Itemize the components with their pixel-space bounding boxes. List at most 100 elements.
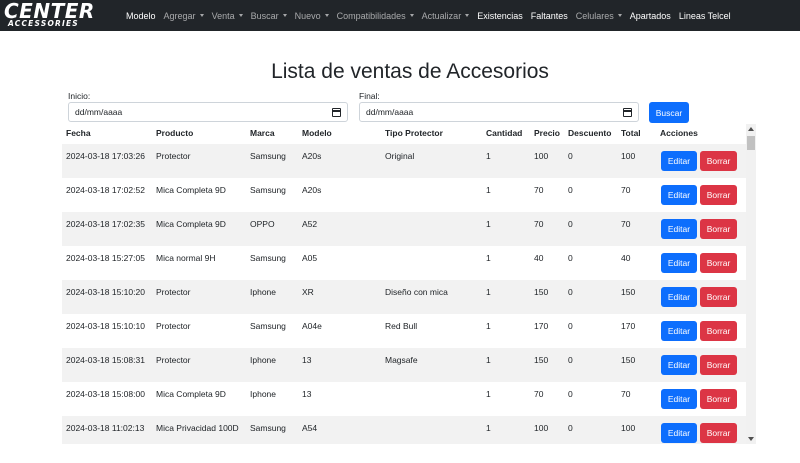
caret-down-icon	[199, 14, 204, 17]
cell-producto: Protector	[156, 151, 191, 161]
scroll-up-arrow-icon[interactable]	[748, 127, 754, 131]
cell-modelo: A54	[302, 423, 318, 433]
table-row: 2024-03-18 15:08:31 Protector Iphone 13 Mags…	[62, 348, 746, 382]
cell-producto: Mica Completa 9D	[156, 185, 226, 195]
start-date-label: Inicio:	[68, 91, 91, 101]
nav-item-label: Venta	[211, 10, 235, 21]
delete-button[interactable]: Borrar	[700, 287, 737, 307]
nav-item-actualizar[interactable]: Actualizar	[422, 11, 470, 21]
cell-modelo: A04e	[302, 321, 322, 331]
sales-table: Fecha Producto Marca Modelo Tipo Protect…	[62, 124, 746, 444]
caret-down-icon	[617, 14, 622, 17]
header-producto: Producto	[156, 128, 194, 138]
cell-tipo: Original	[385, 151, 415, 161]
delete-button[interactable]: Borrar	[700, 389, 737, 409]
nav-item-compatibilidades[interactable]: Compatibilidades	[337, 11, 414, 21]
edit-button[interactable]: Editar	[661, 423, 697, 443]
cell-tipo: Red Bull	[385, 321, 418, 331]
cell-precio: 70	[534, 389, 544, 399]
cell-descuento: 0	[568, 355, 573, 365]
header-total: Total	[621, 128, 641, 138]
calendar-icon[interactable]	[623, 108, 632, 117]
cell-cantidad: 1	[486, 219, 491, 229]
table-header: Fecha Producto Marca Modelo Tipo Protect…	[62, 124, 746, 144]
delete-button[interactable]: Borrar	[700, 355, 737, 375]
cell-fecha: 2024-03-18 15:10:20	[66, 287, 145, 297]
cell-total: 70	[621, 219, 631, 229]
nav-item-faltantes[interactable]: Faltantes	[531, 11, 568, 21]
cell-tipo: Diseño con mica	[385, 287, 448, 297]
caret-down-icon	[409, 14, 414, 17]
cell-descuento: 0	[568, 423, 573, 433]
nav-item-label: Modelo	[126, 10, 156, 21]
nav-item-label: Apartados	[629, 10, 671, 21]
edit-button[interactable]: Editar	[661, 389, 697, 409]
cell-descuento: 0	[568, 287, 573, 297]
cell-total: 150	[621, 287, 636, 297]
delete-button[interactable]: Borrar	[700, 253, 737, 273]
nav-item-label: Nuevo	[294, 10, 321, 21]
delete-button[interactable]: Borrar	[700, 219, 737, 239]
nav-item-agregar[interactable]: Agregar	[164, 11, 204, 21]
nav-item-nuevo[interactable]: Nuevo	[295, 11, 329, 21]
cell-marca: Iphone	[250, 389, 276, 399]
nav-item-venta[interactable]: Venta	[212, 11, 243, 21]
cell-precio: 150	[534, 287, 549, 297]
nav-item-celulares[interactable]: Celulares	[576, 11, 622, 21]
cell-cantidad: 1	[486, 253, 491, 263]
header-fecha: Fecha	[66, 128, 91, 138]
cell-marca: Iphone	[250, 287, 276, 297]
cell-fecha: 2024-03-18 11:02:13	[66, 423, 145, 433]
cell-producto: Mica Completa 9D	[156, 219, 226, 229]
delete-button[interactable]: Borrar	[700, 321, 737, 341]
cell-producto: Mica Privacidad 100D	[156, 423, 239, 433]
edit-button[interactable]: Editar	[661, 253, 697, 273]
cell-descuento: 0	[568, 185, 573, 195]
edit-button[interactable]: Editar	[661, 355, 697, 375]
cell-marca: Samsung	[250, 151, 286, 161]
nav-item-apartados[interactable]: Apartados	[630, 11, 671, 21]
cell-precio: 70	[534, 219, 544, 229]
cell-tipo: Magsafe	[385, 355, 418, 365]
cell-total: 100	[621, 151, 636, 161]
cell-cantidad: 1	[486, 389, 491, 399]
table-row: 2024-03-18 15:08:00 Mica Completa 9D Iphon…	[62, 382, 746, 416]
cell-precio: 170	[534, 321, 549, 331]
cell-modelo: A05	[302, 253, 318, 263]
delete-button[interactable]: Borrar	[700, 151, 737, 171]
nav-item-lineas-telcel[interactable]: Lineas Telcel	[679, 11, 731, 21]
header-acciones: Acciones	[660, 128, 698, 138]
cell-producto: Protector	[156, 355, 191, 365]
nav-item-modelo[interactable]: Modelo	[126, 11, 156, 21]
edit-button[interactable]: Editar	[661, 287, 697, 307]
header-modelo: Modelo	[302, 128, 332, 138]
header-precio: Precio	[534, 128, 560, 138]
cell-fecha: 2024-03-18 15:08:31	[66, 355, 145, 365]
cell-fecha: 2024-03-18 17:02:52	[66, 185, 145, 195]
end-date-input[interactable]: dd/mm/aaaa	[359, 102, 639, 122]
edit-button[interactable]: Editar	[661, 219, 697, 239]
delete-button[interactable]: Borrar	[700, 423, 737, 443]
scroll-down-arrow-icon[interactable]	[748, 437, 754, 441]
edit-button[interactable]: Editar	[661, 185, 697, 205]
cell-cantidad: 1	[486, 151, 491, 161]
nav-item-label: Actualizar	[421, 10, 462, 21]
cell-total: 70	[621, 389, 631, 399]
cell-descuento: 0	[568, 253, 573, 263]
nav-item-existencias[interactable]: Existencias	[477, 11, 523, 21]
brand-logo[interactable]: CENTER ACCESSORIES	[2, 0, 114, 31]
search-button[interactable]: Buscar	[649, 102, 689, 123]
header-cantidad: Cantidad	[486, 128, 523, 138]
cell-fecha: 2024-03-18 15:08:00	[66, 389, 145, 399]
nav-item-buscar[interactable]: Buscar	[251, 11, 287, 21]
edit-button[interactable]: Editar	[661, 321, 697, 341]
scroll-thumb[interactable]	[747, 136, 755, 150]
delete-button[interactable]: Borrar	[700, 185, 737, 205]
start-date-input[interactable]: dd/mm/aaaa	[68, 102, 348, 122]
calendar-icon[interactable]	[332, 108, 341, 117]
table-scrollbar[interactable]	[746, 124, 756, 444]
nav-item-label: Agregar	[163, 10, 196, 21]
start-date-placeholder: dd/mm/aaaa	[75, 107, 123, 117]
nav-item-label: Buscar	[250, 10, 279, 21]
edit-button[interactable]: Editar	[661, 151, 697, 171]
